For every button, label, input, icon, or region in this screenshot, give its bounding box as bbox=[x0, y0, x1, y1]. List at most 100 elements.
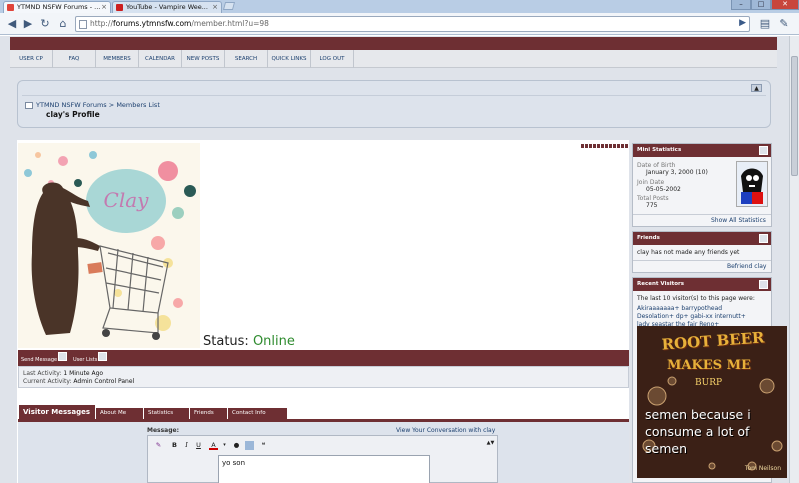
scroll-thumb[interactable] bbox=[791, 56, 798, 176]
home-icon[interactable]: ⌂ bbox=[55, 16, 71, 32]
tab-visitor-messages[interactable]: Visitor Messages bbox=[18, 404, 96, 420]
collapse-icon[interactable] bbox=[759, 146, 768, 155]
page-menu-icon[interactable]: ▤ bbox=[757, 16, 773, 32]
close-window-button[interactable]: ✕ bbox=[771, 0, 799, 10]
message-label: Message: bbox=[147, 427, 179, 434]
breadcrumb-forum-link[interactable]: YTMND NSFW Forums bbox=[36, 101, 107, 109]
overlay-image: ROOT BEER MAKES ME BURP semen because i … bbox=[637, 326, 787, 478]
tab-statistics[interactable]: Statistics bbox=[144, 408, 190, 419]
font-color-icon[interactable]: A bbox=[209, 441, 218, 450]
message-input[interactable]: yo son bbox=[218, 455, 430, 483]
profile-action-bar: Send Message User Lists bbox=[18, 350, 629, 366]
go-arrow-icon[interactable]: ▶ bbox=[739, 18, 746, 28]
forum-header-bar bbox=[10, 37, 777, 50]
close-tab-icon[interactable]: × bbox=[212, 2, 218, 13]
send-message-icon[interactable] bbox=[58, 352, 67, 361]
online-status: Status: Online bbox=[203, 334, 295, 349]
last-activity: Last Activity: 1 Minute Ago bbox=[23, 370, 104, 377]
breadcrumb-members-link[interactable]: Members List bbox=[116, 101, 160, 109]
wrench-icon[interactable]: ✎ bbox=[776, 16, 792, 32]
menu-user-cp[interactable]: USER CP bbox=[10, 50, 53, 68]
address-bar[interactable]: http://forums.ytmnsfw.com/member.html?u=… bbox=[75, 16, 750, 32]
overlay-caption: semen because i consume a lot of semen bbox=[645, 407, 751, 456]
collapse-icon[interactable]: ▲ bbox=[751, 84, 762, 92]
avatar bbox=[736, 161, 768, 207]
image-icon[interactable] bbox=[245, 441, 254, 450]
friends-box: Friends clay has not made any friends ye… bbox=[632, 231, 772, 273]
menu-calendar[interactable]: CALENDAR bbox=[139, 50, 182, 68]
message-editor: ✎ B I U A ▾ ● ❝ ▲▼ yo son bbox=[147, 435, 498, 483]
menu-new-posts[interactable]: NEW POSTS bbox=[182, 50, 225, 68]
breadcrumb-inner: YTMND NSFW Forums > Members List clay's … bbox=[22, 95, 766, 123]
posts-label: Total Posts bbox=[637, 195, 669, 202]
forum-home-icon[interactable] bbox=[25, 102, 33, 109]
tab-title: YouTube - Vampire Wee... bbox=[126, 3, 208, 11]
view-conversation-link[interactable]: View Your Conversation with clay bbox=[396, 427, 495, 434]
remove-format-icon[interactable]: ✎ bbox=[154, 441, 163, 450]
favicon-icon bbox=[7, 4, 14, 11]
reload-icon[interactable]: ↻ bbox=[37, 16, 53, 32]
page-icon bbox=[79, 20, 87, 29]
forum-nav-menu: USER CP FAQ MEMBERS CALENDAR NEW POSTS S… bbox=[10, 50, 777, 68]
dob-value: January 3, 2000 (10) bbox=[646, 169, 708, 176]
new-tab-button[interactable] bbox=[222, 2, 236, 10]
tab-ytmnd-forums[interactable]: YTMND NSFW Forums - ... × bbox=[3, 1, 111, 13]
visitor-links[interactable]: Akiraaaaaaa+ barrypothead bbox=[637, 305, 722, 312]
befriend-link[interactable]: Befriend clay bbox=[727, 263, 766, 270]
menu-search[interactable]: SEARCH bbox=[225, 50, 268, 68]
tab-about-me[interactable]: About Me bbox=[96, 408, 144, 419]
menu-members[interactable]: MEMBERS bbox=[96, 50, 139, 68]
overlay-author: Tom Neilson bbox=[744, 465, 781, 472]
user-lists-icon[interactable] bbox=[98, 352, 107, 361]
mini-statistics-box: Mini Statistics Date of Birth January 3,… bbox=[632, 143, 772, 227]
minimize-button[interactable]: – bbox=[731, 0, 751, 10]
youtube-favicon-icon bbox=[116, 4, 123, 11]
link-icon[interactable]: ● bbox=[232, 441, 241, 450]
show-all-statistics-link[interactable]: Show All Statistics bbox=[711, 217, 766, 224]
dob-label: Date of Birth bbox=[637, 162, 676, 169]
tab-friends[interactable]: Friends bbox=[190, 408, 228, 419]
visitors-intro: The last 10 visitor(s) to this page were… bbox=[637, 295, 755, 302]
visitor-links[interactable]: Desolation+ dp+ gabi-xx internutt+ bbox=[637, 313, 746, 320]
profile-picture: Clay bbox=[18, 143, 200, 348]
status-value: Online bbox=[252, 334, 295, 349]
overlay-title-2: MAKES ME bbox=[667, 358, 751, 373]
tab-youtube[interactable]: YouTube - Vampire Wee... × bbox=[112, 1, 222, 13]
underline-icon[interactable]: U bbox=[194, 441, 203, 450]
mini-statistics-header: Mini Statistics bbox=[633, 144, 771, 157]
forward-arrow-icon[interactable]: ▶ bbox=[20, 16, 36, 32]
menu-log-out[interactable]: LOG OUT bbox=[311, 50, 354, 68]
collapse-icon[interactable] bbox=[759, 234, 768, 243]
breadcrumb: ▲ YTMND NSFW Forums > Members List clay'… bbox=[17, 80, 771, 128]
posts-value: 775 bbox=[646, 202, 658, 209]
collapse-icon[interactable] bbox=[759, 280, 768, 289]
menu-faq[interactable]: FAQ bbox=[53, 50, 96, 68]
back-arrow-icon[interactable]: ◀ bbox=[4, 16, 20, 32]
resize-icon[interactable]: ▲▼ bbox=[486, 441, 495, 450]
breadcrumb-links: YTMND NSFW Forums > Members List bbox=[36, 101, 160, 109]
recent-visitors-header: Recent Visitors bbox=[633, 278, 771, 291]
activity-box: Last Activity: 1 Minute Ago Current Acti… bbox=[18, 366, 629, 388]
quote-icon[interactable]: ❝ bbox=[259, 441, 268, 450]
message-text: yo son bbox=[222, 459, 246, 467]
italic-icon[interactable]: I bbox=[182, 441, 191, 450]
no-friends-text: clay has not made any friends yet bbox=[637, 249, 740, 256]
bold-icon[interactable]: B bbox=[170, 441, 179, 450]
divider bbox=[633, 214, 771, 215]
send-message-link[interactable]: Send Message bbox=[21, 357, 57, 363]
user-lists-link[interactable]: User Lists bbox=[73, 357, 97, 363]
browser-toolbar: ◀ ▶ ↻ ⌂ http://forums.ytmnsfw.com/member… bbox=[0, 13, 799, 35]
status-label: Status: bbox=[203, 334, 249, 349]
join-value: 05-05-2002 bbox=[646, 186, 681, 193]
menu-quick-links[interactable]: QUICK LINKS bbox=[268, 50, 311, 68]
vertical-scrollbar[interactable] bbox=[789, 36, 799, 483]
tab-contact-info[interactable]: Contact Info bbox=[228, 408, 288, 419]
maximize-button[interactable]: □ bbox=[751, 0, 771, 10]
close-tab-icon[interactable]: × bbox=[101, 2, 107, 13]
chevron-down-icon[interactable]: ▾ bbox=[220, 441, 229, 450]
profile-tabs: Visitor Messages About Me Statistics Fri… bbox=[18, 404, 629, 420]
friends-header: Friends bbox=[633, 232, 771, 245]
divider bbox=[633, 260, 771, 261]
overlay-title-3: BURP bbox=[695, 378, 723, 388]
join-label: Join Date bbox=[637, 179, 665, 186]
